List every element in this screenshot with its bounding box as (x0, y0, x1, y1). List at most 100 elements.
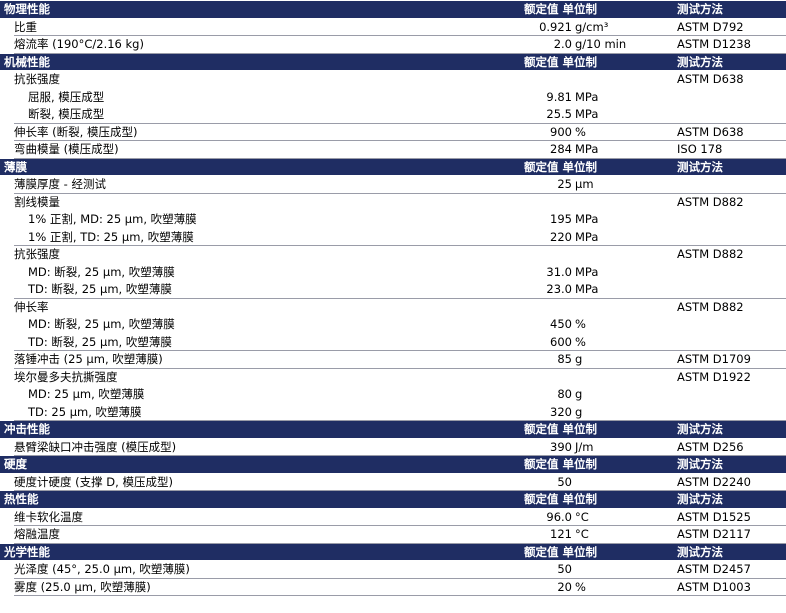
property-name: 1% 正割, TD: 25 µm, 吹塑薄膜 (14, 229, 510, 246)
section-header: 冲击性能 额定值 单位制 测试方法 (0, 421, 786, 439)
test-method (674, 89, 786, 107)
test-method: ASTM D1709 (674, 351, 786, 369)
value-unit: MPa (575, 282, 599, 296)
section-title: 薄膜 (4, 159, 27, 174)
value-number: 85 (557, 352, 572, 366)
value-unit: g (575, 404, 583, 419)
property-name: MD: 25 µm, 吹塑薄膜 (28, 387, 145, 401)
test-method: ASTM D1922 (677, 369, 751, 384)
property-value: 80 g (510, 386, 674, 404)
property-row: 薄膜厚度 - 经测试 25 µm (0, 176, 786, 194)
property-value: 284 MPa (510, 141, 674, 159)
property-value: 220 MPa (510, 229, 674, 246)
property-value (510, 246, 674, 264)
property-name: 抗张强度 (14, 72, 60, 86)
property-subrow: 断裂, 模压成型 25.5 MPa (0, 106, 786, 124)
test-method (674, 176, 786, 194)
section-title: 热性能 (4, 492, 39, 506)
value-unit-column-header: 额定值 单位制 (524, 54, 598, 69)
property-value: 2.0 g/10 min (510, 36, 674, 54)
property-name: 薄膜厚度 - 经测试 (14, 176, 510, 194)
value-unit-column-header: 额定值 单位制 (524, 457, 598, 471)
value-number: 220 (550, 229, 572, 244)
value-unit: g (575, 352, 583, 366)
property-value: 25 µm (510, 176, 674, 194)
property-name: 比重 (14, 19, 510, 36)
property-row: 弯曲模量 (模压成型) 284 MPa ISO 178 (0, 141, 786, 159)
test-method: ASTM D2117 (674, 526, 786, 544)
test-method (674, 229, 786, 246)
property-value: 320 g (510, 404, 674, 421)
value-number: 450 (550, 317, 572, 331)
property-group-row: 割线模量 ASTM D882 (0, 193, 786, 212)
property-name: MD: 断裂, 25 µm, 吹塑薄膜 (28, 317, 175, 331)
test-method: ASTM D256 (674, 439, 786, 456)
section-header: 机械性能 额定值 单位制 测试方法 (0, 53, 786, 71)
value-number: 900 (550, 124, 572, 139)
value-unit: g (575, 387, 583, 401)
test-method: ASTM D638 (674, 124, 786, 141)
property-value (510, 194, 674, 212)
property-value: 9.81 MPa (510, 89, 674, 107)
value-unit: MPa (575, 107, 599, 121)
section-header: 热性能 额定值 单位制 测试方法 (0, 491, 786, 509)
section-title: 冲击性能 (4, 422, 50, 436)
value-unit: % (575, 334, 586, 349)
value-number: 390 (550, 439, 572, 454)
value-unit: °C (575, 527, 589, 541)
value-unit: % (575, 317, 586, 331)
property-subrow: 屈服, 模压成型 9.81 MPa (0, 88, 786, 107)
test-method (674, 211, 786, 229)
property-value: 390 J/m (510, 439, 674, 456)
property-name: 伸长率 (14, 299, 49, 314)
property-name: TD: 断裂, 25 µm, 吹塑薄膜 (14, 334, 510, 351)
test-method: ASTM D1525 (674, 509, 786, 526)
test-method: ASTM D1238 (674, 36, 786, 54)
property-name: 维卡软化温度 (14, 509, 510, 526)
value-number: 121 (550, 527, 572, 541)
property-name: 雾度 (25.0 µm, 吹塑薄膜) (14, 579, 510, 596)
test-method: ASTM D792 (674, 19, 786, 36)
property-name: 弯曲模量 (模压成型) (14, 141, 510, 159)
property-value: 195 MPa (510, 211, 674, 229)
property-row: 悬臂梁缺口冲击强度 (模压成型) 390 J/m ASTM D256 (0, 438, 786, 456)
value-unit-column-header: 额定值 单位制 (524, 2, 598, 16)
section-title: 机械性能 (4, 54, 50, 69)
property-value (510, 299, 674, 317)
section-title: 硬度 (4, 457, 27, 471)
property-group-row: 伸长率 ASTM D882 (0, 298, 786, 317)
test-method (674, 281, 786, 299)
property-subrow: TD: 断裂, 25 µm, 吹塑薄膜 23.0 MPa (0, 281, 786, 299)
property-row: 熔融温度 121 °C ASTM D2117 (0, 526, 786, 544)
property-name: 悬臂梁缺口冲击强度 (模压成型) (14, 439, 510, 456)
value-number: 25.5 (546, 107, 572, 121)
property-subrow: TD: 断裂, 25 µm, 吹塑薄膜 600% (0, 333, 786, 351)
test-method-column-header: 测试方法 (677, 2, 723, 16)
test-method-column-header: 测试方法 (677, 54, 723, 69)
value-unit: g/cm³ (575, 19, 609, 34)
property-subrow: TD: 25 µm, 吹塑薄膜 320 g (0, 403, 786, 421)
value-number: 25 (557, 177, 572, 191)
test-method: ASTM D882 (677, 247, 744, 261)
property-name: TD: 断裂, 25 µm, 吹塑薄膜 (14, 281, 510, 299)
value-unit: J/m (575, 439, 594, 454)
section-title: 光学性能 (4, 544, 50, 559)
property-value (510, 369, 674, 387)
property-value: 23.0 MPa (510, 281, 674, 299)
section-header: 物理性能 额定值 单位制 测试方法 (0, 1, 786, 19)
value-unit: MPa (575, 212, 599, 226)
property-value: 50 (510, 561, 674, 579)
property-value: 450% (510, 316, 674, 334)
property-name: 熔融温度 (14, 526, 510, 544)
property-row: 比重 0.921 g/cm³ ASTM D792 (0, 18, 786, 36)
value-unit: µm (575, 177, 594, 191)
property-value: 31.0 MPa (510, 264, 674, 282)
test-method: ISO 178 (674, 141, 786, 159)
property-name: 熔流率 (190°C/2.16 kg) (14, 36, 510, 54)
property-name: 光泽度 (45°, 25.0 µm, 吹塑薄膜) (14, 561, 510, 579)
test-method: ASTM D638 (677, 72, 744, 86)
section-header: 薄膜 额定值 单位制 测试方法 (0, 158, 786, 176)
test-method: ASTM D882 (677, 299, 744, 314)
value-unit: g/10 min (575, 37, 627, 51)
value-number: 80 (557, 387, 572, 401)
